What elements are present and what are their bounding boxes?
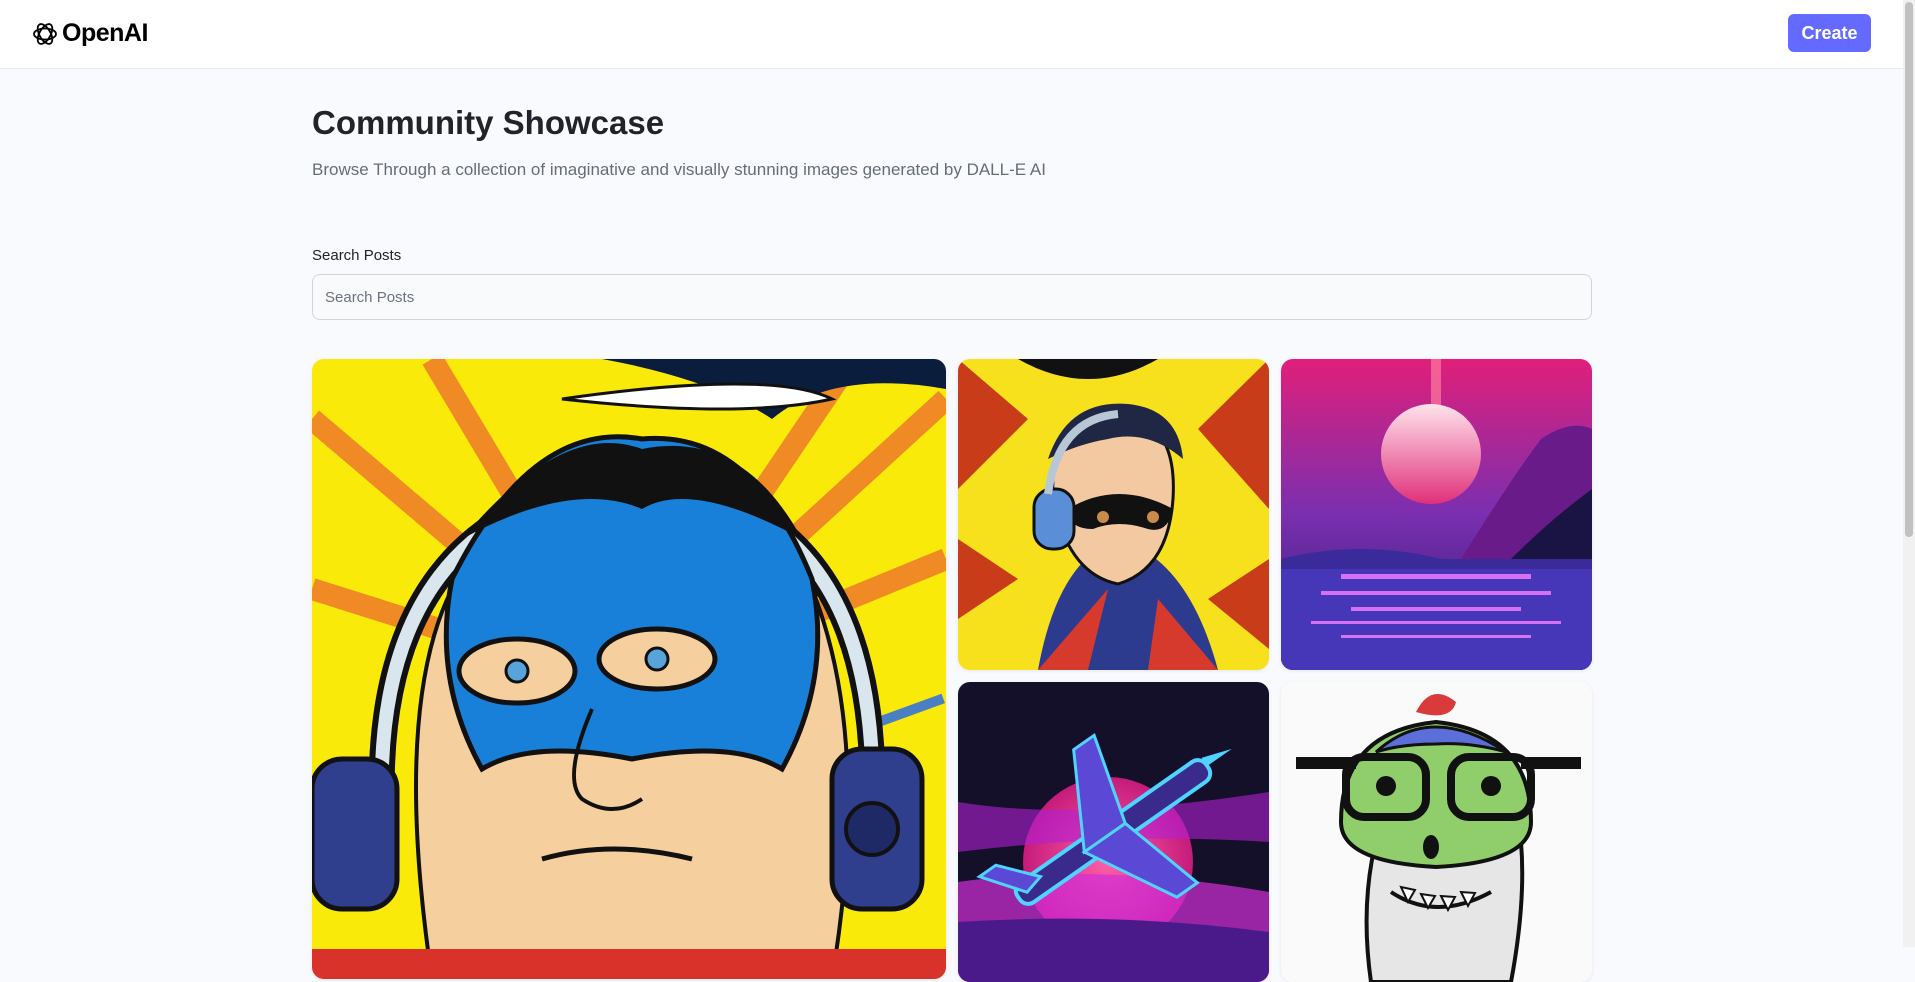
gallery-card[interactable] <box>312 359 946 979</box>
scrollbar-thumb[interactable] <box>1905 2 1913 537</box>
gallery-card[interactable] <box>958 359 1269 670</box>
openai-logo[interactable]: OpenAI <box>31 18 148 49</box>
page-subtitle: Browse Through a collection of imaginati… <box>312 160 1046 179</box>
gallery-image <box>1281 682 1592 982</box>
openai-logo-icon <box>33 22 57 45</box>
create-button[interactable]: Create <box>1788 14 1871 52</box>
gallery-image <box>1281 359 1592 670</box>
search-input[interactable] <box>312 274 1592 320</box>
gallery-image <box>958 359 1269 670</box>
gallery-image <box>958 682 1269 982</box>
logo-text: OpenAI <box>62 19 148 47</box>
search-label: Search Posts <box>312 247 402 264</box>
top-navbar: OpenAI Create <box>0 0 1915 69</box>
gallery-card[interactable] <box>1281 359 1592 670</box>
gallery-card[interactable] <box>1281 682 1592 982</box>
gallery-image <box>312 359 946 979</box>
gallery-card[interactable] <box>958 682 1269 982</box>
page-title: Community Showcase <box>312 104 665 141</box>
